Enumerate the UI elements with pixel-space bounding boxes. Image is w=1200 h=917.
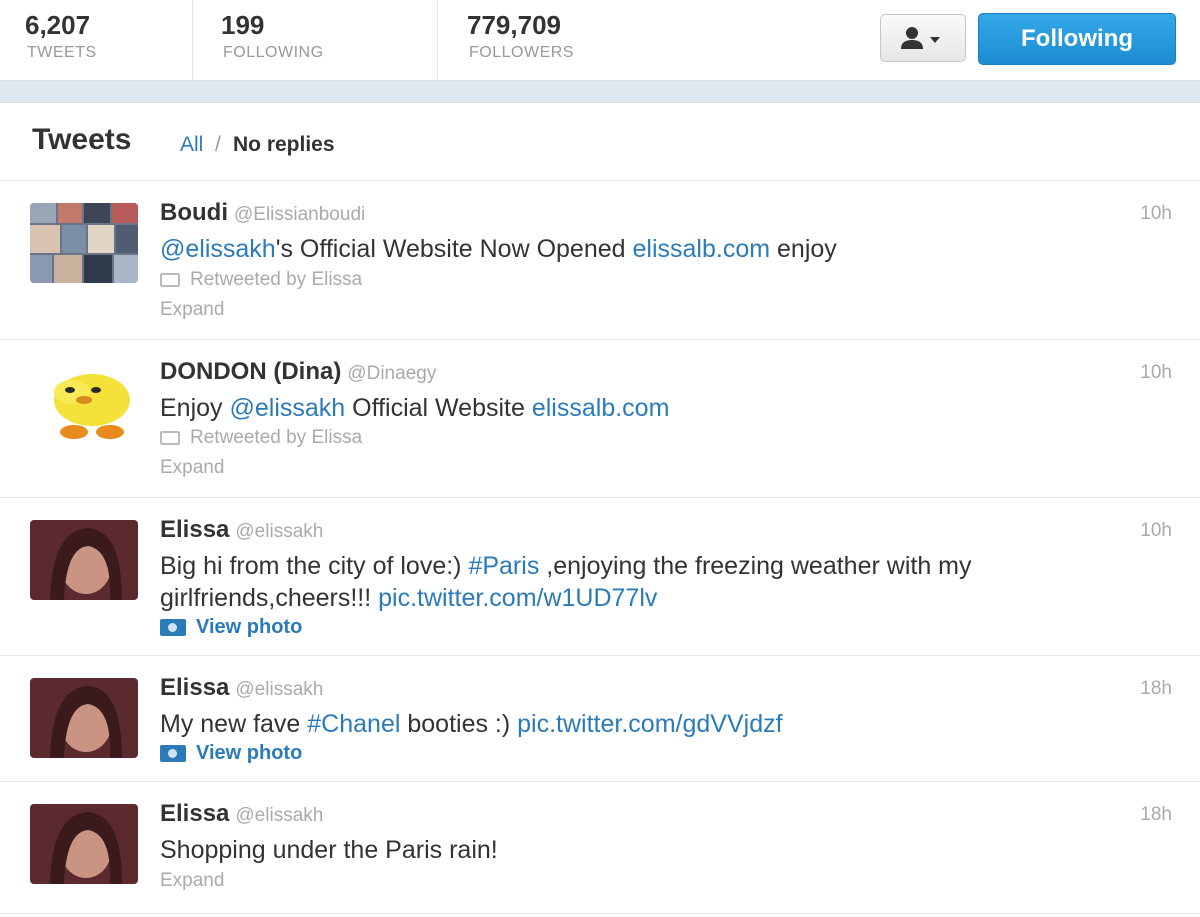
tweet-timestamp[interactable]: 18h bbox=[1140, 678, 1172, 700]
avatar[interactable] bbox=[30, 520, 138, 600]
author-handle: @elissakh bbox=[235, 521, 324, 542]
tweet-text: @elissakh's Official Website Now Opened … bbox=[160, 233, 1160, 265]
stat-tweets-count: 6,207 bbox=[25, 10, 91, 40]
tweet-item[interactable]: Elissa @elissakh 18h My new fave #Chanel … bbox=[0, 656, 1200, 782]
tweet-item[interactable]: Elissa @elissakh 10h Big hi from the city… bbox=[0, 498, 1200, 656]
expand-link[interactable]: Expand bbox=[160, 299, 224, 321]
tweet-author[interactable]: Elissa @elissakh bbox=[160, 674, 323, 702]
tweet-item[interactable]: Boudi @Elissianboudi 10h @elissakh's Offi… bbox=[0, 181, 1200, 340]
url-link[interactable]: elissalb.com bbox=[633, 235, 771, 263]
author-name: Elissa bbox=[160, 674, 230, 701]
pic-link[interactable]: pic.twitter.com/gdVVjdzf bbox=[517, 710, 782, 738]
author-handle: @elissakh bbox=[235, 805, 324, 826]
author-name: DONDON (Dina) bbox=[160, 358, 342, 385]
expand-link[interactable]: Expand bbox=[160, 457, 224, 479]
following-button[interactable]: Following bbox=[978, 13, 1176, 65]
author-name: Elissa bbox=[160, 800, 230, 827]
filter-no-replies[interactable]: No replies bbox=[233, 133, 335, 157]
tweet-text-segment: Enjoy bbox=[160, 394, 230, 422]
retweeted-by-label: Retweeted by Elissa bbox=[190, 269, 363, 290]
tweet-text: Big hi from the city of love:) #Paris ,e… bbox=[160, 550, 1160, 614]
mention-link[interactable]: @elissakh bbox=[160, 235, 276, 263]
tweet-author[interactable]: Elissa @elissakh bbox=[160, 516, 323, 544]
author-name: Elissa bbox=[160, 516, 230, 543]
timeline-title: Tweets bbox=[32, 123, 132, 156]
profile-stats-bar: 6,207 TWEETS 199 FOLLOWING 779,709 FOLLO… bbox=[0, 0, 1200, 81]
tweet-text-segment: Official Website bbox=[345, 394, 532, 422]
author-handle: @Elissianboudi bbox=[233, 204, 366, 225]
tweet-text: Shopping under the Paris rain! bbox=[160, 834, 1160, 866]
view-photo-link[interactable]: View photo bbox=[160, 616, 302, 639]
tweet-author[interactable]: Elissa @elissakh bbox=[160, 800, 323, 828]
stat-followers-count: 779,709 bbox=[467, 10, 561, 40]
person-dropdown-icon bbox=[901, 27, 940, 49]
view-photo-link[interactable]: View photo bbox=[160, 742, 302, 765]
stat-followers-label: FOLLOWERS bbox=[469, 44, 574, 61]
retweet-icon bbox=[160, 430, 180, 445]
view-photo-label: View photo bbox=[196, 742, 303, 764]
tweet-text-segment: enjoy bbox=[770, 235, 837, 263]
stat-following-count: 199 bbox=[221, 10, 265, 40]
stat-tweets[interactable]: 6,207 TWEETS bbox=[0, 0, 192, 80]
stat-following[interactable]: 199 FOLLOWING bbox=[196, 0, 436, 80]
tweet-item[interactable]: Elissa @elissakh 18h Shopping under the P… bbox=[0, 782, 1200, 914]
tweet-text-segment: booties :) bbox=[400, 710, 518, 738]
tweet-text-segment: My new fave bbox=[160, 710, 308, 738]
tweet-timestamp[interactable]: 10h bbox=[1140, 520, 1172, 542]
stat-tweets-label: TWEETS bbox=[27, 44, 97, 61]
retweet-icon bbox=[160, 272, 180, 287]
avatar[interactable] bbox=[30, 678, 138, 758]
stat-following-label: FOLLOWING bbox=[223, 44, 324, 61]
tweets-timeline: Tweets All / No replies Boudi @Elissianb… bbox=[0, 102, 1200, 917]
photo-icon bbox=[160, 619, 186, 637]
author-handle: @elissakh bbox=[235, 679, 324, 700]
url-link[interactable]: elissalb.com bbox=[532, 394, 670, 422]
pic-link[interactable]: pic.twitter.com/w1UD77lv bbox=[378, 584, 657, 612]
stat-divider bbox=[192, 0, 193, 80]
tweet-text-segment: 's Official Website Now Opened bbox=[275, 235, 633, 263]
author-handle: @Dinaegy bbox=[347, 363, 437, 384]
tweet-text-segment: Big hi from the city of love:) bbox=[160, 552, 469, 580]
expand-link[interactable]: Expand bbox=[160, 870, 224, 892]
hashtag-link[interactable]: #Paris bbox=[468, 552, 539, 580]
filter-all-link[interactable]: All bbox=[180, 133, 203, 157]
retweet-context: Retweeted by Elissa bbox=[160, 269, 362, 291]
tweet-timestamp[interactable]: 10h bbox=[1140, 203, 1172, 225]
tweet-author[interactable]: DONDON (Dina) @Dinaegy bbox=[160, 358, 436, 386]
photo-icon bbox=[160, 745, 186, 763]
view-photo-label: View photo bbox=[196, 616, 303, 638]
hashtag-link[interactable]: #Chanel bbox=[307, 710, 400, 738]
timeline-header: Tweets All / No replies bbox=[0, 103, 1200, 181]
retweeted-by-label: Retweeted by Elissa bbox=[190, 427, 363, 448]
avatar[interactable] bbox=[30, 203, 138, 283]
user-actions-dropdown-button[interactable] bbox=[880, 14, 966, 62]
retweet-context: Retweeted by Elissa bbox=[160, 427, 362, 449]
stat-divider bbox=[437, 0, 438, 80]
mention-link[interactable]: @elissakh bbox=[229, 394, 345, 422]
tweet-text: My new fave #Chanel booties :) pic.twitt… bbox=[160, 708, 1160, 740]
filter-separator: / bbox=[215, 133, 221, 156]
avatar[interactable] bbox=[30, 804, 138, 884]
avatar[interactable] bbox=[30, 362, 138, 442]
author-name: Boudi bbox=[160, 199, 228, 226]
tweet-author[interactable]: Boudi @Elissianboudi bbox=[160, 199, 365, 227]
tweet-text-segment: Shopping under the Paris rain! bbox=[160, 836, 498, 864]
tweet-text: Enjoy @elissakh Official Website elissal… bbox=[160, 392, 1160, 424]
tweet-timestamp[interactable]: 18h bbox=[1140, 804, 1172, 826]
stat-followers[interactable]: 779,709 FOLLOWERS bbox=[442, 0, 702, 80]
tweet-item[interactable]: DONDON (Dina) @Dinaegy 10h Enjoy @elissak… bbox=[0, 340, 1200, 498]
tweet-timestamp[interactable]: 10h bbox=[1140, 362, 1172, 384]
